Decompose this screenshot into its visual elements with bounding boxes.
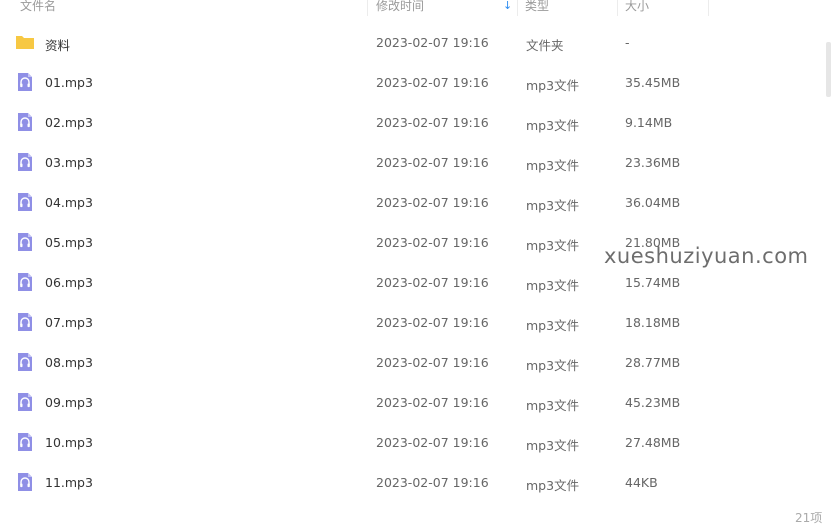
audio-file-icon [15,272,35,292]
file-row[interactable]: 08.mp3 2023-02-07 19:16 mp3文件 28.77MB [0,342,830,382]
file-size: 44KB [625,475,658,490]
item-count: 21项 [795,511,823,525]
file-modified-date: 2023-02-07 19:16 [376,115,489,130]
audio-file-icon [15,232,35,252]
file-type: mp3文件 [526,318,580,333]
file-size: 35.45MB [625,75,681,90]
audio-file-icon [15,192,35,212]
file-name[interactable]: 资料 [45,35,70,54]
column-divider[interactable] [517,0,518,16]
file-type: mp3文件 [526,358,580,373]
column-header-type[interactable]: 类型 [525,0,549,18]
sort-down-icon[interactable]: ↓ [503,0,512,12]
file-modified-date: 2023-02-07 19:16 [376,395,489,410]
column-header-name[interactable]: 文件名 [20,0,56,18]
file-modified-date: 2023-02-07 19:16 [376,235,489,250]
audio-file-icon [15,112,35,132]
file-size: 45.23MB [625,395,681,410]
file-type: mp3文件 [526,238,580,253]
file-name[interactable]: 03.mp3 [45,155,93,170]
file-row[interactable]: 04.mp3 2023-02-07 19:16 mp3文件 36.04MB [0,182,830,222]
file-size: 23.36MB [625,155,681,170]
audio-file-icon [15,472,35,492]
file-modified-date: 2023-02-07 19:16 [376,195,489,210]
file-size: 9.14MB [625,115,673,130]
file-name[interactable]: 06.mp3 [45,275,93,290]
file-name[interactable]: 05.mp3 [45,235,93,250]
file-name[interactable]: 02.mp3 [45,115,93,130]
file-name[interactable]: 09.mp3 [45,395,93,410]
file-size: - [625,35,630,50]
file-type: mp3文件 [526,78,580,93]
file-type: mp3文件 [526,278,580,293]
audio-file-icon [15,72,35,92]
file-name[interactable]: 11.mp3 [45,475,93,490]
file-browser: 文件名 修改时间 ↓ 类型 大小 资料 2023-02-07 19:16 文件夹 - 0… [0,0,833,530]
file-modified-date: 2023-02-07 19:16 [376,75,489,90]
file-row[interactable]: 11.mp3 2023-02-07 19:16 mp3文件 44KB [0,462,830,502]
file-row[interactable]: 06.mp3 2023-02-07 19:16 mp3文件 15.74MB [0,262,830,302]
file-modified-date: 2023-02-07 19:16 [376,35,489,50]
file-name[interactable]: 01.mp3 [45,75,93,90]
file-type: mp3文件 [526,438,580,453]
file-type: mp3文件 [526,198,580,213]
file-type: mp3文件 [526,158,580,173]
file-modified-date: 2023-02-07 19:16 [376,275,489,290]
audio-file-icon [15,392,35,412]
file-name[interactable]: 10.mp3 [45,435,93,450]
file-name[interactable]: 08.mp3 [45,355,93,370]
column-header: 文件名 修改时间 ↓ 类型 大小 [0,0,709,18]
column-header-date[interactable]: 修改时间 [376,0,424,18]
audio-file-icon [15,352,35,372]
file-row[interactable]: 09.mp3 2023-02-07 19:16 mp3文件 45.23MB [0,382,830,422]
column-divider[interactable] [617,0,618,16]
file-size: 36.04MB [625,195,681,210]
file-row[interactable]: 资料 2023-02-07 19:16 文件夹 - [0,22,830,62]
file-modified-date: 2023-02-07 19:16 [376,475,489,490]
file-modified-date: 2023-02-07 19:16 [376,155,489,170]
audio-file-icon [15,152,35,172]
file-size: 28.77MB [625,355,681,370]
column-divider[interactable] [708,0,709,16]
file-size: 15.74MB [625,275,681,290]
file-row[interactable]: 10.mp3 2023-02-07 19:16 mp3文件 27.48MB [0,422,830,462]
watermark: xueshuziyuan.com [604,244,809,268]
file-modified-date: 2023-02-07 19:16 [376,315,489,330]
file-name[interactable]: 04.mp3 [45,195,93,210]
file-name[interactable]: 07.mp3 [45,315,93,330]
file-type: mp3文件 [526,398,580,413]
file-row[interactable]: 01.mp3 2023-02-07 19:16 mp3文件 35.45MB [0,62,830,102]
file-modified-date: 2023-02-07 19:16 [376,435,489,450]
audio-file-icon [15,432,35,452]
audio-file-icon [15,312,35,332]
file-modified-date: 2023-02-07 19:16 [376,355,489,370]
file-row[interactable]: 02.mp3 2023-02-07 19:16 mp3文件 9.14MB [0,102,830,142]
file-type: 文件夹 [526,38,564,53]
folder-icon [15,32,35,52]
file-row[interactable]: 07.mp3 2023-02-07 19:16 mp3文件 18.18MB [0,302,830,342]
scrollbar-thumb[interactable] [826,42,831,97]
column-header-size[interactable]: 大小 [625,0,649,18]
file-type: mp3文件 [526,118,580,133]
file-size: 18.18MB [625,315,681,330]
file-row[interactable]: 03.mp3 2023-02-07 19:16 mp3文件 23.36MB [0,142,830,182]
file-size: 27.48MB [625,435,681,450]
file-type: mp3文件 [526,478,580,493]
column-divider[interactable] [367,0,368,16]
